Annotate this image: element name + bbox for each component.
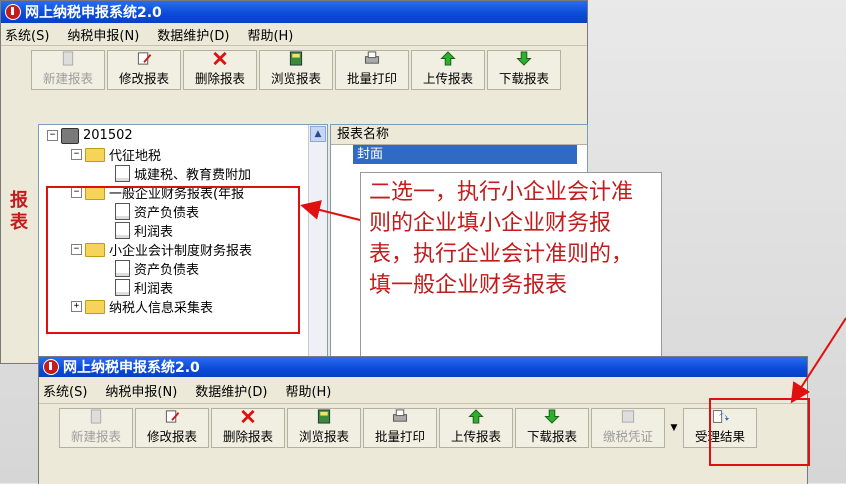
arrow-to-tree [300,200,361,221]
annotation-arrows [300,200,846,404]
arrow-to-result [790,317,846,404]
